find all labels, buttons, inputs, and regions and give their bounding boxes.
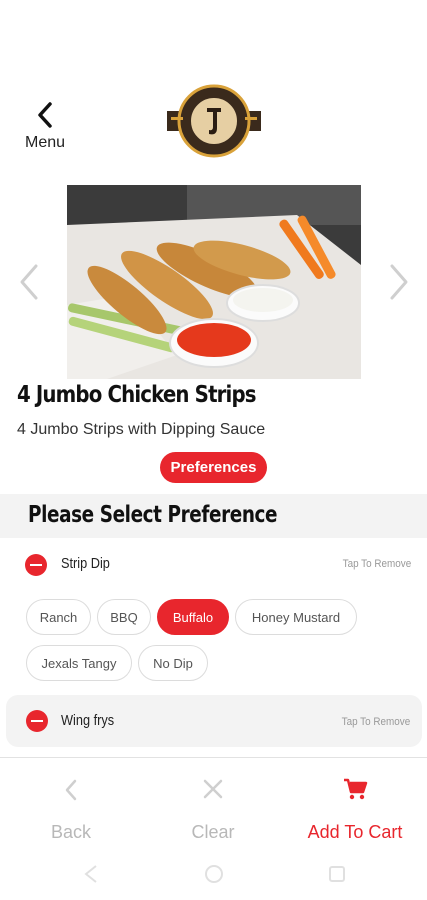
chevron-right-icon bbox=[390, 264, 408, 300]
chevron-left-icon bbox=[65, 779, 77, 801]
menu-label: Menu bbox=[24, 134, 66, 151]
system-home-icon[interactable] bbox=[203, 863, 225, 885]
close-icon bbox=[203, 779, 223, 799]
back-button[interactable]: Back bbox=[0, 758, 142, 858]
preferences-button[interactable]: Preferences bbox=[160, 452, 267, 483]
option-chip-jexals-tangy[interactable]: Jexals Tangy bbox=[26, 645, 132, 681]
clear-button[interactable]: Clear bbox=[142, 758, 284, 858]
preference-section-header: Please Select Preference bbox=[0, 494, 427, 538]
bottom-action-bar: Back Clear Add To Cart bbox=[0, 757, 427, 900]
item-photo bbox=[67, 185, 361, 379]
minus-icon[interactable] bbox=[25, 554, 47, 576]
preference-group-strip-dip: Strip Dip Tap To Remove bbox=[0, 543, 427, 587]
option-chip-no-dip[interactable]: No Dip bbox=[138, 645, 208, 681]
section-title: Please Select Preference bbox=[28, 502, 278, 528]
option-chip-buffalo[interactable]: Buffalo bbox=[157, 599, 229, 635]
minus-icon[interactable] bbox=[26, 710, 48, 732]
group-name: Strip Dip bbox=[61, 555, 110, 572]
carousel-next-button[interactable] bbox=[386, 262, 412, 302]
system-back-icon[interactable] bbox=[80, 863, 102, 885]
cart-icon bbox=[344, 778, 368, 800]
clear-label: Clear bbox=[191, 822, 235, 842]
group-name: Wing frys bbox=[61, 712, 115, 729]
preference-group-wing-frys: Wing frys Tap To Remove bbox=[6, 695, 422, 747]
menu-back-button[interactable]: Menu bbox=[20, 100, 70, 152]
chevron-left-icon bbox=[20, 264, 38, 300]
tap-to-remove-link[interactable]: Tap To Remove bbox=[342, 558, 411, 570]
add-to-cart-label: Add To Cart bbox=[307, 822, 403, 842]
add-to-cart-button[interactable]: Add To Cart bbox=[284, 758, 426, 858]
carousel-prev-button[interactable] bbox=[16, 262, 42, 302]
item-description: 4 Jumbo Strips with Dipping Sauce bbox=[17, 421, 266, 438]
option-chip-honey-mustard[interactable]: Honey Mustard bbox=[235, 599, 357, 635]
tap-to-remove-link[interactable]: Tap To Remove bbox=[341, 716, 410, 728]
back-label: Back bbox=[50, 822, 92, 842]
item-title: 4 Jumbo Chicken Strips bbox=[17, 382, 257, 408]
option-chip-bbq[interactable]: BBQ bbox=[97, 599, 151, 635]
chevron-left-icon bbox=[38, 102, 52, 128]
option-chip-ranch[interactable]: Ranch bbox=[26, 599, 91, 635]
system-recents-icon[interactable] bbox=[326, 863, 348, 885]
restaurant-logo bbox=[167, 84, 261, 158]
